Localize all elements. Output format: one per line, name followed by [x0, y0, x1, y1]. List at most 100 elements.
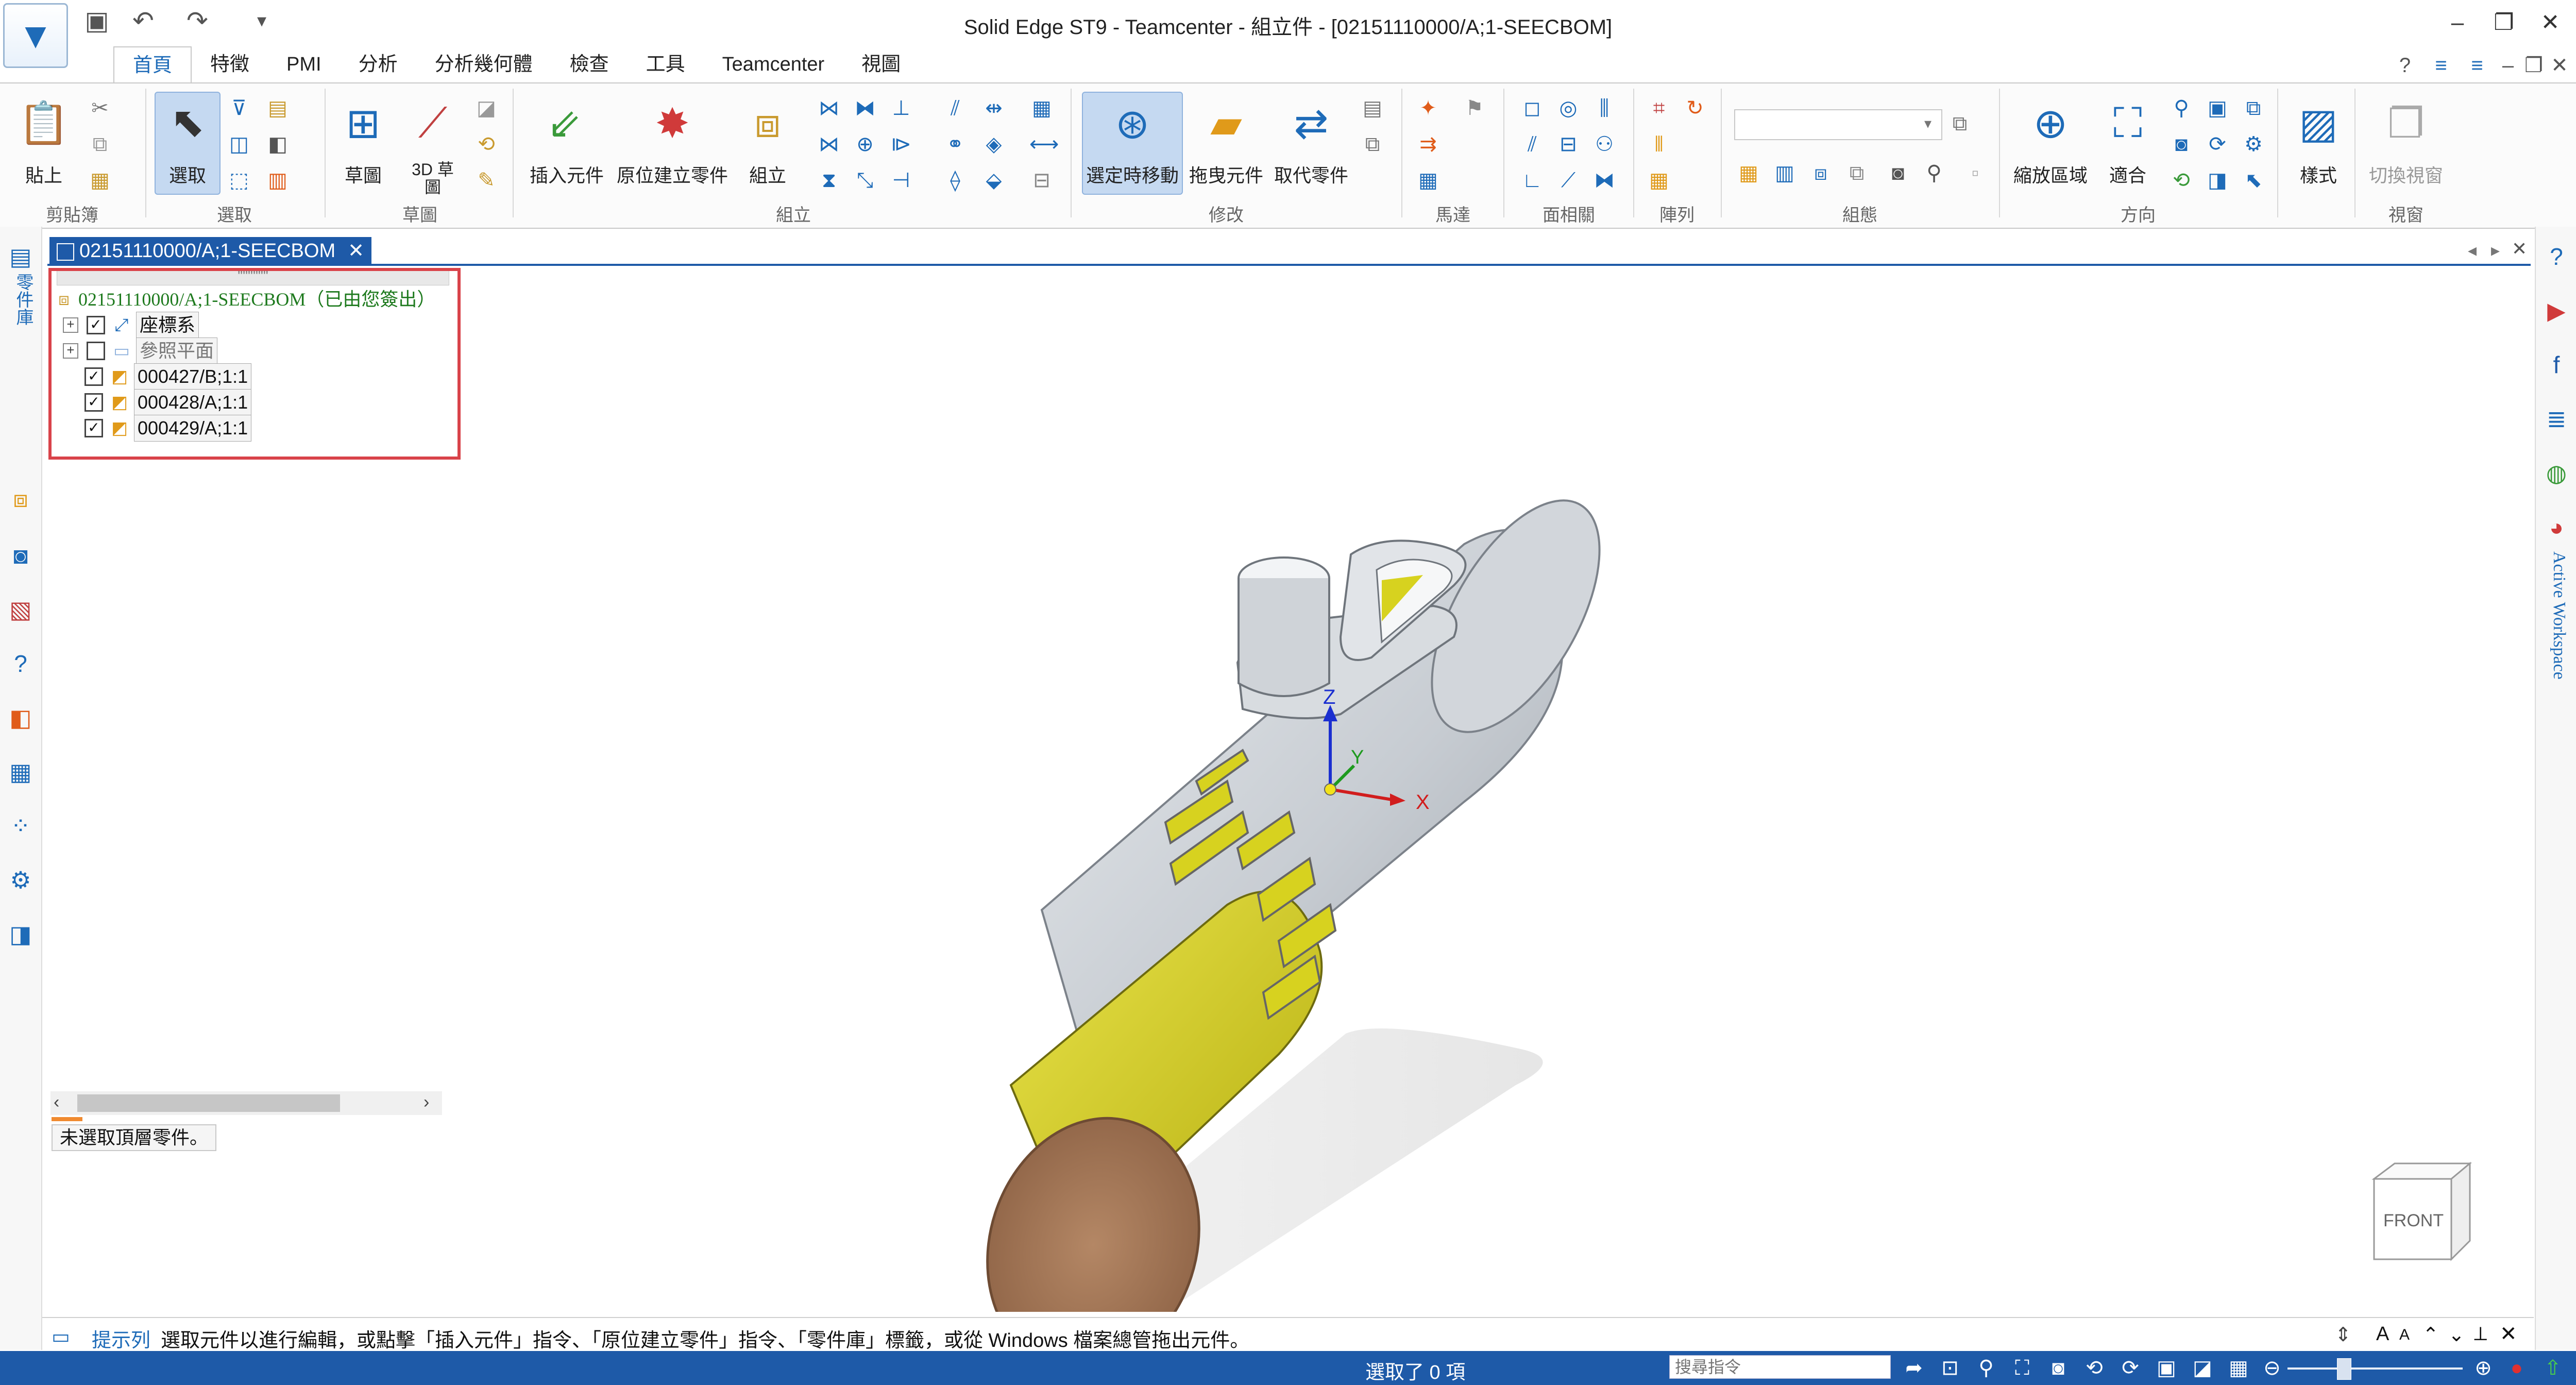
modify-tool-icon[interactable]: ▤ [1360, 96, 1385, 121]
help-circle-icon[interactable]: ? [2542, 242, 2571, 271]
tab-teamcenter[interactable]: Teamcenter [704, 46, 843, 82]
parts-library-icon[interactable]: ▤ [6, 242, 35, 271]
paste-icon[interactable]: 📋 [15, 95, 72, 151]
parts-library-tab[interactable]: 零件庫 [7, 273, 33, 326]
minimize-icon[interactable]: – [2437, 7, 2478, 38]
sb-style-icon[interactable]: ▣ [2154, 1355, 2179, 1381]
face-8-icon[interactable]: ⟋ [1556, 168, 1581, 193]
help-icon[interactable]: ? [2391, 53, 2419, 78]
sketch-tool-icon[interactable]: ◪ [474, 96, 499, 121]
zoom-slider-track[interactable] [2287, 1367, 2463, 1370]
doc-minimize-icon[interactable]: – [2494, 53, 2522, 78]
cut-icon[interactable]: ✂ [88, 96, 112, 121]
active-workspace-tab[interactable]: Active Workspace [2543, 551, 2569, 680]
zoom-in-icon[interactable]: ⊕ [2470, 1355, 2496, 1381]
facebook-icon[interactable]: f [2542, 350, 2571, 379]
relate-17-icon[interactable]: ⟷ [1029, 132, 1059, 157]
relate-8-icon[interactable]: ⧐ [889, 132, 913, 157]
select-tool-3-icon[interactable]: ◧ [265, 132, 290, 157]
view-cube[interactable]: FRONT [2369, 1158, 2472, 1261]
expand-down-icon[interactable]: ⌄ [2448, 1323, 2465, 1346]
relate-7-icon[interactable]: ⊕ [853, 132, 877, 157]
command-search-input[interactable] [1669, 1355, 1891, 1379]
drag-component-icon[interactable]: ▰ [1198, 95, 1255, 151]
motor-2-icon[interactable]: ⚑ [1462, 96, 1487, 121]
pattern-icon[interactable]: ⌗ [1647, 96, 1671, 121]
sb-spin-icon[interactable]: ⟳ [2117, 1355, 2143, 1381]
active-workspace-icon[interactable]: ◕ [2542, 513, 2571, 542]
styles-icon[interactable]: ▨ [2290, 95, 2347, 151]
view-2-icon[interactable]: ⧉ [2241, 96, 2266, 121]
relate-6-icon[interactable]: ⋈ [817, 132, 841, 157]
switch-window-icon[interactable]: ❐ [2378, 95, 2434, 151]
sketch3d-icon[interactable]: ⟋ [404, 95, 461, 151]
rail-tool-6-icon[interactable]: ▦ [6, 757, 35, 786]
replace-part-button[interactable]: 取代零件 [1267, 161, 1355, 188]
motor-icon[interactable]: ✦ [1416, 96, 1440, 121]
config-tool-3-icon[interactable]: ⧈ [1808, 161, 1833, 185]
ribbon-option-2-icon[interactable]: ≡ [2463, 53, 2492, 78]
config-tool-5-icon[interactable]: ⚲ [1922, 161, 1946, 185]
round-port-wall[interactable] [1238, 578, 1330, 697]
sb-shade-icon[interactable]: ◪ [2190, 1355, 2215, 1381]
select-tool-4-icon[interactable]: ⬚ [227, 168, 251, 193]
upload-icon[interactable]: ⇧ [2540, 1355, 2566, 1381]
pin-icon[interactable]: ⟂ [2474, 1323, 2487, 1345]
document-tab[interactable]: 02151110000/A;1-SEECBOM ✕ [49, 237, 371, 265]
view-cube-right[interactable] [2450, 1161, 2471, 1261]
sb-zoom-area-icon[interactable]: ⊡ [1937, 1355, 1963, 1381]
view-icon[interactable]: ▣ [2205, 96, 2230, 121]
paste-button[interactable]: 貼上 [15, 161, 72, 188]
close-tab-icon[interactable]: ✕ [348, 240, 364, 262]
sketch-button[interactable]: 草圖 [335, 161, 392, 188]
replace-part-icon[interactable]: ⇄ [1283, 95, 1340, 151]
doc-close-icon[interactable]: ✕ [2545, 53, 2574, 78]
application-logo-icon[interactable]: ▼ [3, 3, 68, 68]
select-tool-icon[interactable]: ▤ [265, 96, 290, 121]
tab-features[interactable]: 特徵 [192, 46, 268, 82]
switch-window-button[interactable]: 切換視窗 [2360, 161, 2452, 188]
rail-tool-2-icon[interactable]: ◙ [6, 541, 35, 570]
relate-13-icon[interactable]: ⊣ [889, 168, 913, 193]
styles-button[interactable]: 樣式 [2285, 161, 2352, 188]
face-4-icon[interactable]: ⫽ [1520, 132, 1545, 157]
close-icon[interactable]: ✕ [2530, 7, 2571, 38]
select-button[interactable]: 選取 [155, 161, 221, 188]
zoom-slider-thumb[interactable] [2337, 1358, 2351, 1380]
sb-display-icon[interactable]: ▦ [2226, 1355, 2251, 1381]
tab-inspect[interactable]: 檢查 [551, 46, 628, 82]
relate-15-icon[interactable]: ⬙ [981, 168, 1006, 193]
sb-view-icon[interactable]: ◙ [2045, 1355, 2071, 1381]
view-5-icon[interactable]: ⟲ [2169, 168, 2194, 193]
relate-9-icon[interactable]: ⚭ [943, 132, 968, 157]
zoom-area-button[interactable]: 縮放區域 [2007, 161, 2094, 188]
rotate-icon[interactable]: ⟳ [2205, 132, 2230, 157]
relate-11-icon[interactable]: ⧗ [817, 168, 841, 193]
relate-16-icon[interactable]: ▦ [1029, 96, 1054, 121]
chevron-down-icon[interactable]: ▾ [1916, 111, 1940, 136]
face-icon[interactable]: ◻ [1520, 96, 1545, 121]
relate-icon[interactable]: ⋈ [817, 96, 841, 121]
rail-tool-4-icon[interactable]: ? [6, 649, 35, 678]
rail-tool-7-icon[interactable]: ⁘ [6, 812, 35, 840]
sb-zoom-icon[interactable]: ⚲ [1973, 1355, 1999, 1381]
insert-component-button[interactable]: 插入元件 [520, 161, 613, 188]
font-size-icon[interactable]: A [2376, 1323, 2389, 1345]
face-2-icon[interactable]: ◎ [1556, 96, 1581, 121]
config-save-icon[interactable]: ⧉ [1947, 111, 1972, 136]
rail-tool-8-icon[interactable]: ⚙ [6, 866, 35, 894]
config-tool-2-icon[interactable]: ▥ [1772, 161, 1797, 185]
relate-5-icon[interactable]: ⇹ [981, 96, 1006, 121]
font-size-small-icon[interactable]: A [2399, 1326, 2410, 1344]
face-3-icon[interactable]: ⫼ [1592, 96, 1617, 121]
community-icon[interactable]: ◍ [2542, 459, 2571, 487]
fit-icon[interactable]: ⛶ [2099, 95, 2156, 151]
assemble-icon[interactable]: ⧈ [739, 95, 796, 151]
fit-button[interactable]: 適合 [2099, 161, 2156, 188]
config-tool-icon[interactable]: ▦ [1736, 161, 1761, 185]
configuration-dropdown[interactable] [1734, 109, 1942, 140]
record-icon[interactable]: ● [2504, 1355, 2530, 1381]
youtube-icon[interactable]: ▶ [2542, 296, 2571, 325]
relate-14-icon[interactable]: ⟠ [943, 168, 968, 193]
sketch-icon[interactable]: ⊞ [335, 95, 392, 151]
